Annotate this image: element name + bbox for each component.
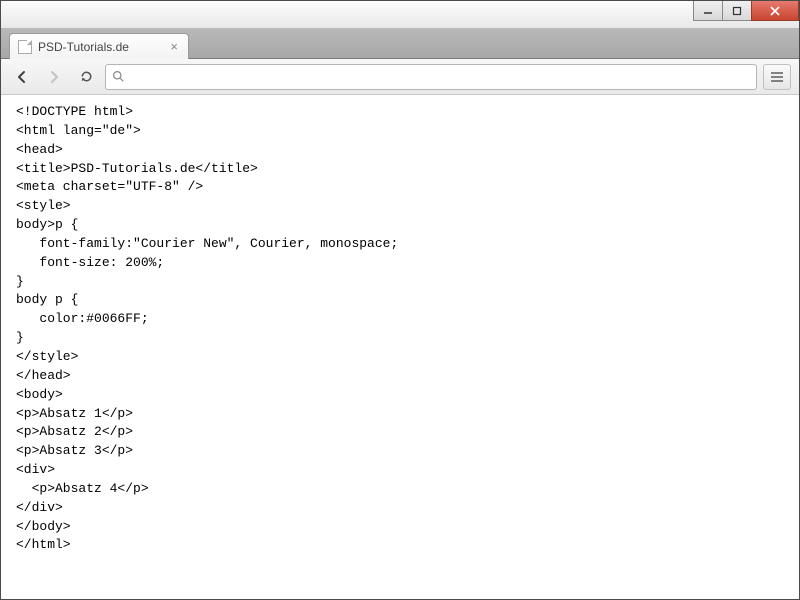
tab-strip: PSD-Tutorials.de × [1,29,799,59]
browser-window: PSD-Tutorials.de × <!DOCTYPE html> <html… [0,0,800,600]
menu-button[interactable] [763,64,791,90]
address-bar[interactable] [105,64,757,90]
page-content: <!DOCTYPE html> <html lang="de"> <head> … [2,95,798,598]
search-icon [112,70,125,83]
maximize-button[interactable] [722,1,752,21]
toolbar [1,59,799,95]
tab-close-icon[interactable]: × [170,40,178,53]
source-code: <!DOCTYPE html> <html lang="de"> <head> … [16,103,784,555]
window-controls [694,1,799,21]
page-icon [18,40,32,54]
minimize-button[interactable] [693,1,723,21]
window-titlebar [1,1,799,29]
browser-tab[interactable]: PSD-Tutorials.de × [9,33,189,59]
reload-button[interactable] [73,64,99,90]
url-input[interactable] [131,65,750,89]
close-button[interactable] [751,1,799,21]
forward-button[interactable] [41,64,67,90]
hamburger-icon [770,71,784,83]
back-button[interactable] [9,64,35,90]
tab-title: PSD-Tutorials.de [38,40,129,54]
